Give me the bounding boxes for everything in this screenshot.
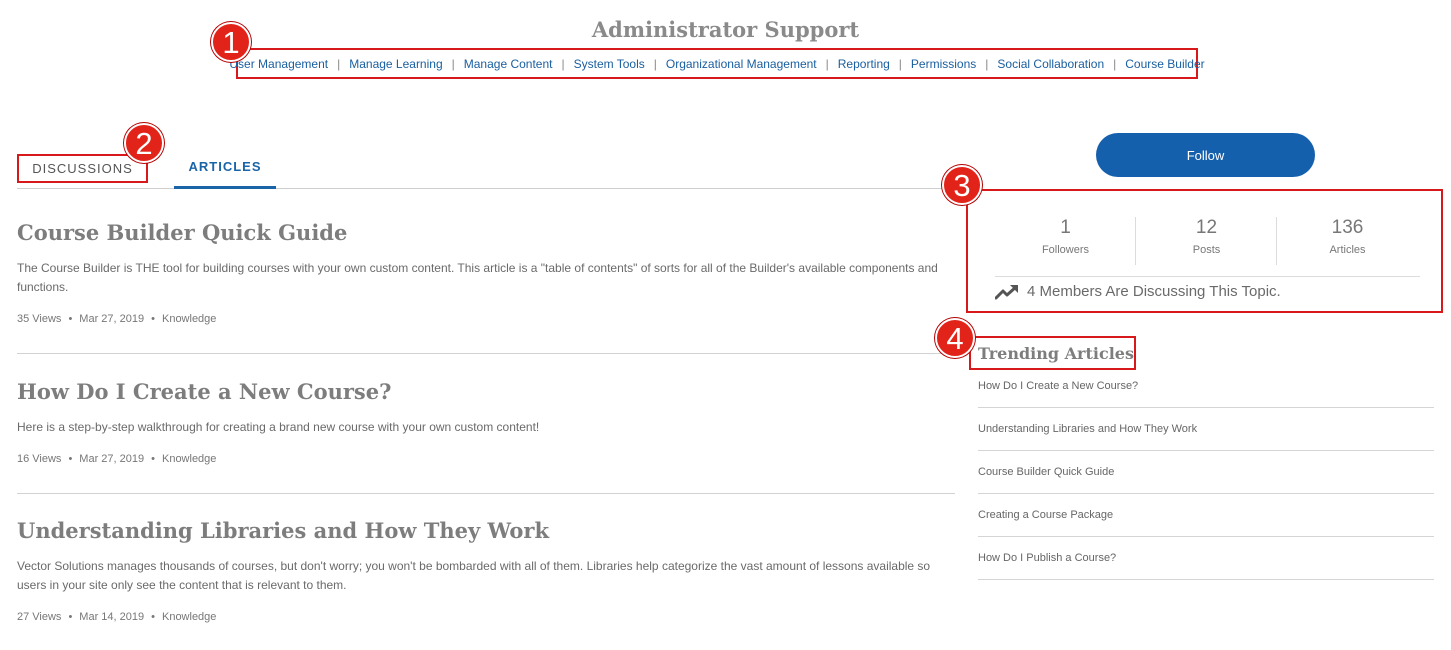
follow-button[interactable]: Follow (1096, 133, 1315, 177)
nav-separator: | (561, 56, 565, 71)
article-views: 27 Views (17, 611, 62, 623)
nav-course-builder[interactable]: Course Builder (1125, 57, 1204, 71)
article-title[interactable]: Course Builder Quick Guide (17, 220, 955, 245)
nav-reporting[interactable]: Reporting (838, 57, 890, 71)
callout-badge-1: 1 (211, 22, 251, 62)
article-item: How Do I Create a New Course? Here is a … (17, 379, 955, 494)
trending-article-link[interactable]: Creating a Course Package (978, 494, 1434, 537)
trending-articles-list: How Do I Create a New Course? Understand… (978, 365, 1434, 580)
tab-articles[interactable]: ARTICLES (174, 146, 276, 189)
article-summary: The Course Builder is THE tool for build… (17, 261, 938, 294)
stat-label: Posts (1192, 244, 1221, 256)
stat-followers: 1 Followers (995, 217, 1136, 256)
nav-user-management[interactable]: User Management (229, 57, 328, 71)
nav-separator: | (337, 56, 341, 71)
article-meta: 35 Views • Mar 27, 2019 • Knowledge (17, 313, 955, 325)
discussing-summary: 4 Members Are Discussing This Topic. (995, 283, 1281, 300)
nav-manage-learning[interactable]: Manage Learning (349, 57, 442, 71)
article-meta: 16 Views • Mar 27, 2019 • Knowledge (17, 453, 955, 465)
nav-social-collaboration[interactable]: Social Collaboration (997, 57, 1104, 71)
article-summary: Here is a step-by-step walkthrough for c… (17, 420, 540, 434)
callout-badge-3: 3 (942, 165, 982, 205)
article-category: Knowledge (161, 313, 217, 325)
stat-value: 136 (1331, 217, 1364, 238)
trending-article-link[interactable]: How Do I Publish a Course? (978, 537, 1434, 580)
stat-value: 1 (1060, 217, 1071, 238)
nav-separator: | (1113, 56, 1117, 71)
article-title[interactable]: How Do I Create a New Course? (17, 379, 955, 404)
article-date: Mar 27, 2019 (79, 453, 145, 465)
stats-divider-line (995, 276, 1420, 277)
article-summary: Vector Solutions manages thousands of co… (17, 559, 931, 592)
nav-organizational-management[interactable]: Organizational Management (666, 57, 817, 71)
meta-dot: • (68, 453, 73, 465)
article-views: 16 Views (17, 453, 62, 465)
article-meta: 27 Views • Mar 14, 2019 • Knowledge (17, 611, 955, 623)
topic-stats-panel: 1 Followers 12 Posts 136 Articles 4 Memb… (966, 189, 1443, 313)
nav-system-tools[interactable]: System Tools (574, 57, 645, 71)
meta-dot: • (151, 611, 155, 623)
callout-badge-4: 4 (935, 318, 975, 358)
nav-separator: | (985, 56, 989, 71)
meta-dot: • (151, 313, 155, 325)
callout-badge-2: 2 (124, 123, 164, 163)
stat-label: Followers (1041, 244, 1090, 256)
nav-manage-content[interactable]: Manage Content (464, 57, 553, 71)
tab-discussions[interactable]: DISCUSSIONS (17, 154, 148, 183)
trending-up-icon (995, 284, 1018, 299)
article-date: Mar 14, 2019 (79, 611, 145, 623)
nav-separator: | (898, 56, 902, 71)
nav-separator: | (653, 56, 657, 71)
stat-value: 12 (1195, 217, 1218, 238)
article-item: Course Builder Quick Guide The Course Bu… (17, 220, 955, 354)
article-category: Knowledge (161, 453, 217, 465)
meta-dot: • (151, 453, 155, 465)
meta-dot: • (68, 611, 73, 623)
article-category: Knowledge (161, 611, 217, 623)
article-title[interactable]: Understanding Libraries and How They Wor… (17, 518, 955, 543)
article-item: Understanding Libraries and How They Wor… (17, 518, 955, 638)
trending-article-link[interactable]: Understanding Libraries and How They Wor… (978, 408, 1434, 451)
article-views: 35 Views (17, 313, 62, 325)
stat-posts: 12 Posts (1136, 217, 1277, 256)
stat-articles: 136 Articles (1277, 217, 1418, 256)
trending-article-link[interactable]: How Do I Create a New Course? (978, 365, 1434, 408)
discussing-text: 4 Members Are Discussing This Topic. (1027, 283, 1281, 300)
article-date: Mar 27, 2019 (79, 313, 145, 325)
trending-article-link[interactable]: Course Builder Quick Guide (978, 451, 1434, 494)
stat-label: Articles (1329, 244, 1366, 256)
nav-separator: | (451, 56, 455, 71)
nav-separator: | (825, 56, 829, 71)
meta-dot: • (68, 313, 73, 325)
top-navigation: User Management | Manage Learning | Mana… (229, 48, 1205, 79)
nav-permissions[interactable]: Permissions (911, 57, 976, 71)
